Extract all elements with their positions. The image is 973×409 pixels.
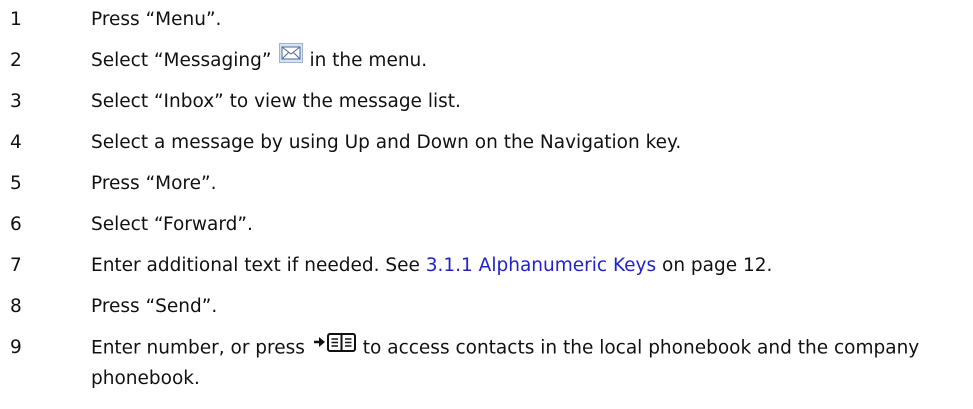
step-number: 4: [10, 132, 22, 153]
alphanumeric-keys-link[interactable]: 3.1.1 Alphanumeric Keys: [426, 255, 656, 276]
step-number: 8: [10, 296, 22, 317]
step-text: Press “Send”.: [91, 296, 218, 317]
step-8: 8 Press “Send”.: [0, 290, 973, 324]
arrow-phonebook-icon: [313, 331, 357, 362]
step-4: 4 Select a message by using Up and Down …: [0, 126, 973, 160]
step-text: Enter additional text if needed. See 3.1…: [91, 249, 961, 283]
step-text: Select a message by using Up and Down on…: [91, 132, 682, 153]
step-text: Select “Forward”.: [91, 214, 253, 235]
step-7: 7 Enter additional text if needed. See 3…: [0, 249, 973, 283]
step-5: 5 Press “More”.: [0, 167, 973, 201]
step-text-before: Enter additional text if needed. See: [91, 255, 426, 276]
step-text-after: in the menu.: [309, 50, 428, 71]
step-text: Press “More”.: [91, 173, 217, 194]
step-6: 6 Select “Forward”.: [0, 208, 973, 242]
step-9: 9 Enter number, or press to access conta…: [0, 331, 973, 401]
step-3: 3 Select “Inbox” to view the message lis…: [0, 85, 973, 119]
step-number: 9: [10, 337, 22, 358]
step-number: 3: [10, 91, 22, 112]
step-text-after: on page 12.: [656, 255, 773, 276]
step-text: Enter number, or press to access contact…: [91, 333, 961, 393]
step-1: 1 Press “Menu”.: [0, 3, 973, 37]
step-number: 1: [10, 9, 22, 30]
step-text-before: Select “Messaging”: [91, 50, 272, 71]
step-number: 6: [10, 214, 22, 235]
step-text: Select “Inbox” to view the message list.: [91, 91, 461, 112]
step-text: Select “Messaging” in the menu.: [91, 41, 961, 78]
step-number: 5: [10, 173, 22, 194]
step-2: 2 Select “Messaging” in the menu.: [0, 41, 973, 78]
step-number: 2: [10, 50, 22, 71]
step-text: Press “Menu”.: [91, 9, 222, 30]
envelope-icon: [279, 41, 304, 75]
step-number: 7: [10, 255, 22, 276]
step-text-before: Enter number, or press: [91, 337, 305, 359]
